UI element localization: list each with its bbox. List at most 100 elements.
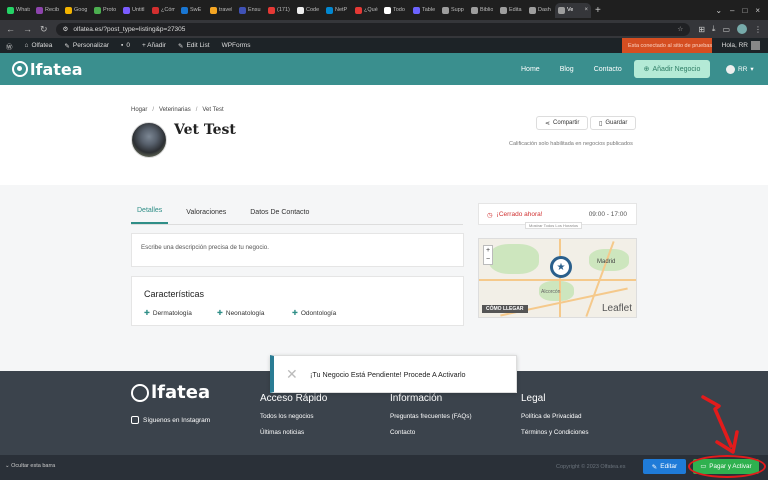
tab-favicon-icon xyxy=(7,6,14,14)
save-button[interactable]: ▯ Guardar xyxy=(590,116,637,130)
share-button[interactable]: ⋖ Compartir xyxy=(536,116,589,130)
browser-tab[interactable]: Recib xyxy=(33,3,62,18)
location-map[interactable]: Madrid Alcorcón + − ★ CÓMO LLEGAR Leaflet xyxy=(478,238,637,318)
browser-tab[interactable]: Ve × xyxy=(555,2,591,18)
paw-logo-icon xyxy=(12,61,28,77)
directions-button[interactable]: CÓMO LLEGAR xyxy=(482,305,528,313)
browser-tab[interactable]: (171) xyxy=(265,3,294,18)
nav-blog[interactable]: Blog xyxy=(560,66,574,73)
toast-message: ¡Tu Negocio Está Pendiente! Procede A Ac… xyxy=(310,370,466,379)
footer-link[interactable]: Contacto xyxy=(390,429,472,436)
tab-label: NetP xyxy=(335,7,348,13)
wp-comments[interactable]: ▪ 0 xyxy=(121,42,130,49)
tab-favicon-icon xyxy=(268,6,275,14)
footer-column-informacion: Información Preguntas frecuentes (FAQs) … xyxy=(390,393,472,445)
forward-icon[interactable]: → xyxy=(23,24,32,34)
edit-button[interactable]: ✎ Editar xyxy=(643,459,686,474)
url-text: olfatea.es/?post_type=listing&p=27305 xyxy=(73,25,186,33)
close-tab-icon[interactable]: × xyxy=(584,7,588,13)
wp-new[interactable]: + Añadir xyxy=(142,42,166,49)
bookmark-icon: ▯ xyxy=(599,120,603,127)
add-business-button[interactable]: ⊕ Añadir Negocio xyxy=(634,60,710,78)
footer-link[interactable]: Preguntas frecuentes (FAQs) xyxy=(390,413,472,420)
browser-tab[interactable]: travel xyxy=(207,3,236,18)
bottom-action-bar: ⌄ Ocultar esta barra Copyright © 2023 Ol… xyxy=(0,455,768,480)
close-window-icon[interactable]: × xyxy=(755,6,760,15)
browser-tab[interactable]: Untitl xyxy=(120,3,149,18)
browser-tab[interactable]: Edita xyxy=(497,3,526,18)
wp-edit-list[interactable]: ✎ Edit List xyxy=(178,42,210,50)
breadcrumb-current: Vet Test xyxy=(202,107,224,113)
user-avatar-icon xyxy=(726,64,735,74)
site-logo[interactable]: lfatea xyxy=(12,60,83,79)
browser-tab[interactable]: Table xyxy=(410,3,439,18)
url-field[interactable]: ⚙ olfatea.es/?post_type=listing&p=27305 … xyxy=(55,22,691,36)
tab-label: ¿Cóm xyxy=(161,7,175,13)
footer-link[interactable]: Últimas noticias xyxy=(260,429,327,436)
description-box: Escribe una descripción precisa de tu ne… xyxy=(131,233,464,267)
browser-tab[interactable]: Whats xyxy=(4,3,33,18)
maximize-icon[interactable]: □ xyxy=(742,6,747,15)
back-icon[interactable]: ← xyxy=(6,24,15,34)
tab-favicon-icon xyxy=(471,6,478,14)
browser-tab[interactable]: Biblio xyxy=(468,3,497,18)
tab-search-icon[interactable]: ⌄ xyxy=(715,6,722,15)
hide-bar-button[interactable]: ⌄ Ocultar esta barra xyxy=(5,463,55,469)
download-icon[interactable]: ⤓ xyxy=(712,24,716,34)
bookmark-star-icon[interactable]: ☆ xyxy=(677,25,683,33)
browser-tab[interactable]: Ensu xyxy=(236,3,265,18)
browser-tab[interactable]: Proto xyxy=(91,3,120,18)
footer-link[interactable]: Términos y Condiciones xyxy=(521,429,589,436)
tab-datos-contacto[interactable]: Datos De Contacto xyxy=(244,209,315,224)
minimize-icon[interactable]: – xyxy=(730,6,734,15)
browser-tab[interactable]: NetP xyxy=(323,3,352,18)
browser-tab[interactable]: ¿Cóm xyxy=(149,3,178,18)
feature-item: ✚ Neonatología xyxy=(217,309,265,318)
tab-label: Recib xyxy=(45,7,59,13)
browser-tab[interactable]: ¿Qué xyxy=(352,3,381,18)
tab-favicon-icon xyxy=(326,6,333,14)
tab-favicon-icon xyxy=(442,6,449,14)
instagram-link[interactable]: Síguenos en Instagram xyxy=(131,416,210,424)
footer-link[interactable]: Política de Privacidad xyxy=(521,413,589,420)
tab-detalles[interactable]: Detalles xyxy=(131,207,169,224)
map-label-madrid: Madrid xyxy=(597,259,616,265)
site-info-icon[interactable]: ⚙ xyxy=(63,25,69,33)
tooth-icon: ✚ xyxy=(144,310,150,317)
browser-tab[interactable]: Goog xyxy=(62,3,91,18)
tab-favicon-icon xyxy=(413,6,420,14)
browser-tab[interactable]: Supp xyxy=(439,3,468,18)
browser-tab[interactable]: Code xyxy=(294,3,323,18)
footer-logo[interactable]: lfatea xyxy=(131,382,210,403)
wp-account[interactable]: Hola, RR xyxy=(722,38,760,53)
map-attribution[interactable]: Leaflet xyxy=(602,303,632,314)
tab-label: Table xyxy=(422,7,436,13)
wp-customize[interactable]: ✎ Personalizar xyxy=(64,42,109,50)
close-icon[interactable]: ✕ xyxy=(286,366,298,383)
user-menu[interactable]: RR ▾ xyxy=(726,53,754,85)
browser-tab[interactable]: Todo xyxy=(381,3,410,18)
show-all-hours-button[interactable]: Mostrar Todos Los Horarios xyxy=(525,222,583,229)
reload-icon[interactable]: ↻ xyxy=(40,24,48,35)
tab-valoraciones[interactable]: Valoraciones xyxy=(180,209,232,224)
extensions-icon[interactable]: ⊞ xyxy=(698,25,705,34)
zoom-out-button[interactable]: − xyxy=(484,255,492,264)
side-panel-icon[interactable]: ▭ xyxy=(722,25,730,34)
browser-tab[interactable]: SwE xyxy=(178,3,207,18)
profile-avatar-icon[interactable] xyxy=(737,24,747,34)
wordpress-logo-icon[interactable]: Ⓦ xyxy=(6,41,13,51)
wp-wpforms[interactable]: WPForms xyxy=(222,42,251,49)
nav-contacto[interactable]: Contacto xyxy=(594,66,622,73)
zoom-in-button[interactable]: + xyxy=(484,246,492,255)
plus-circle-icon: ⊕ xyxy=(643,66,650,73)
browser-tab[interactable]: Dash xyxy=(526,3,555,18)
breadcrumb-veterinarias[interactable]: Veterinarias xyxy=(159,107,191,113)
footer-link[interactable]: Todos los negocios xyxy=(260,413,327,420)
map-marker-icon[interactable]: ★ xyxy=(550,256,572,278)
nav-home[interactable]: Home xyxy=(521,66,540,73)
breadcrumb-hogar[interactable]: Hogar xyxy=(131,107,147,113)
map-zoom-control[interactable]: + − xyxy=(483,245,493,265)
new-tab-icon[interactable]: + xyxy=(595,5,601,16)
wp-site-name[interactable]: ⌂ Olfatea xyxy=(25,42,53,49)
browser-menu-icon[interactable]: ⋮ xyxy=(754,25,762,34)
